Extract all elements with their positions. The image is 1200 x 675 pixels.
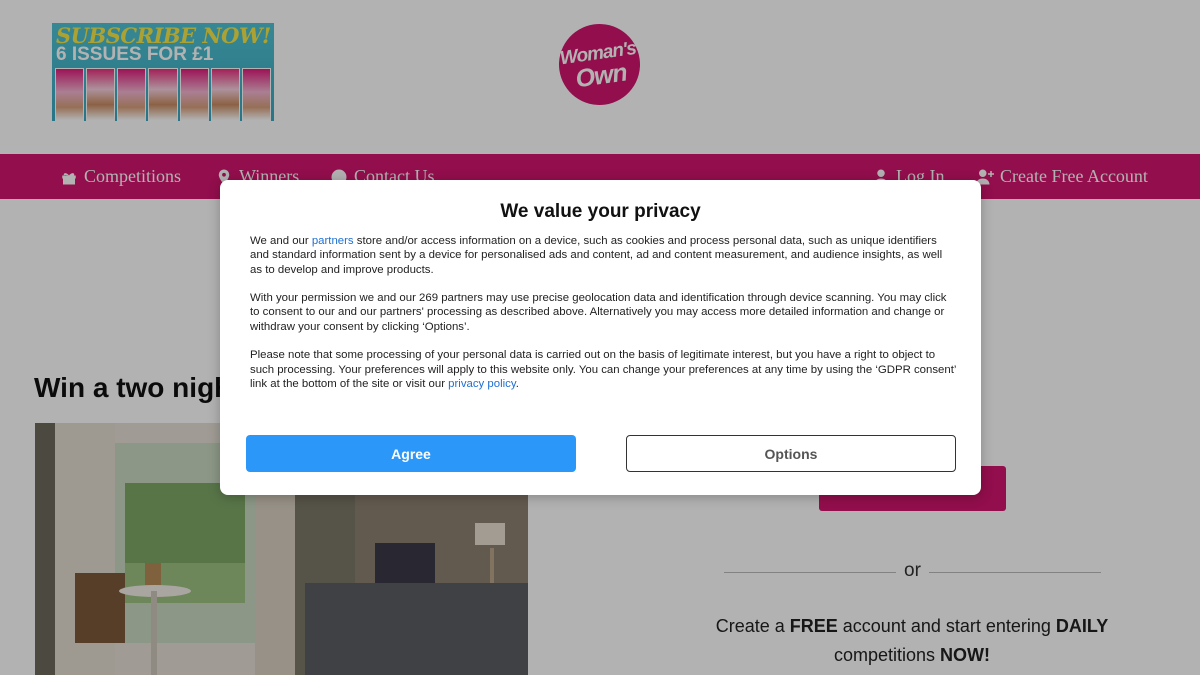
consent-title: We value your privacy — [500, 201, 701, 222]
privacy-consent-dialog: We value your privacy We and our partner… — [220, 180, 981, 495]
consent-paragraph-2: With your permission we and our 269 part… — [250, 292, 947, 333]
consent-p3-pre: Please note that some processing of your… — [250, 349, 956, 390]
consent-p3-post: . — [515, 377, 519, 390]
agree-button[interactable]: Agree — [246, 435, 576, 472]
consent-p1-pre: We and our — [250, 235, 312, 247]
consent-p1-post: store and/or access information on a dev… — [250, 235, 943, 276]
consent-paragraph-1: We and our partners store and/or access … — [250, 234, 956, 277]
partners-link[interactable]: partners — [312, 235, 354, 247]
consent-paragraph-3: Please note that some processing of your… — [250, 348, 956, 391]
options-button[interactable]: Options — [626, 435, 956, 472]
consent-body: We and our partners store and/or access … — [250, 234, 956, 406]
privacy-policy-link[interactable]: privacy policy — [448, 378, 516, 390]
